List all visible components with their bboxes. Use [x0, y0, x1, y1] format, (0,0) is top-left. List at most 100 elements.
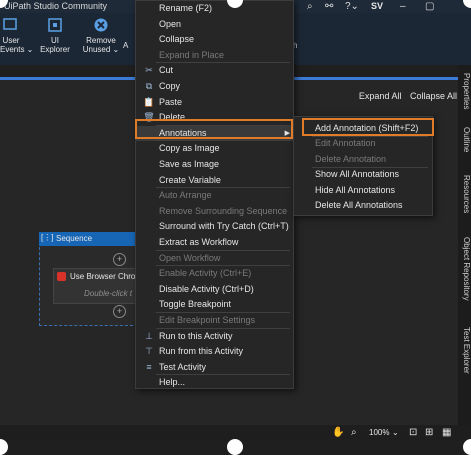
menu-item-expand-in-place[interactable]: Expand in Place	[136, 48, 293, 63]
tab-properties[interactable]: Properties	[458, 73, 471, 109]
submenu-item-delete-annotation[interactable]: Delete Annotation	[294, 152, 432, 167]
menu-item-auto-arrange[interactable]: Auto Arrange	[136, 188, 293, 203]
menu-item-label: Expand in Place	[159, 49, 225, 60]
menu-item-enable-activity-ctrl-e[interactable]: Enable Activity (Ctrl+E)	[136, 266, 293, 281]
menu-item-create-variable[interactable]: Create Variable	[136, 173, 293, 188]
remove-unused-label: Remove Unused ⌄	[82, 36, 120, 54]
tab-outline[interactable]: Outline	[458, 127, 471, 152]
menu-item-extract-as-workflow[interactable]: Extract as Workflow	[136, 235, 293, 250]
minimize-icon[interactable]: –	[400, 1, 406, 12]
menu-item-test-activity[interactable]: ≡ Test Activity	[136, 360, 293, 375]
menu-item-rename-f2[interactable]: Rename (F2)	[136, 1, 293, 16]
menu-item-open-workflow[interactable]: Open Workflow	[136, 251, 293, 266]
menu-item-run-to-this-activity[interactable]: ⊥ Run to this Activity	[136, 329, 293, 344]
menu-item-label: Help...	[159, 377, 186, 388]
menu-item-label: Toggle Breakpoint	[159, 299, 232, 310]
menu-item-save-as-image[interactable]: Save as Image	[136, 157, 293, 172]
menu-item-label: Open Workflow	[159, 252, 221, 263]
submenu-item-delete-all-annotations[interactable]: Delete All Annotations	[294, 198, 432, 213]
user-events-label: User Events ⌄	[0, 36, 34, 54]
menu-item-label: Create Variable	[159, 174, 221, 185]
ui-explorer-button[interactable]: UI Explorer	[38, 17, 72, 54]
collapse-icon[interactable]: [⋮]	[41, 233, 53, 242]
collapse-all-button[interactable]: Collapse All	[410, 91, 457, 101]
menu-item-label: Enable Activity (Ctrl+E)	[159, 268, 252, 279]
run-to-icon: ⊥	[145, 330, 153, 341]
menu-item-label: Open	[159, 18, 182, 29]
activity-title: Use Browser Chron	[70, 272, 140, 281]
submenu-item-edit-annotation[interactable]: Edit Annotation	[294, 136, 432, 151]
ribbon-partial-label: A	[123, 41, 129, 50]
menu-item-remove-surrounding-sequence[interactable]: Remove Surrounding Sequence	[136, 204, 293, 219]
menu-item-cut[interactable]: ✂ Cut	[136, 63, 293, 78]
menu-item-label: Save as Image	[159, 159, 220, 169]
submenu-item-hide-all-annotations[interactable]: Hide All Annotations	[294, 183, 432, 198]
fit-icon[interactable]: ⊞	[425, 427, 433, 438]
menu-item-copy[interactable]: ⧉ Copy	[136, 79, 293, 94]
overview-icon[interactable]: ▦	[442, 427, 451, 438]
add-annotation-highlight	[302, 118, 434, 136]
context-menu: Rename (F2) Open Collapse Expand in Place ✂ C…	[135, 0, 294, 389]
menu-item-label: Run from this Activity	[159, 346, 244, 357]
menu-item-label: Paste	[159, 96, 183, 107]
user-events-icon	[3, 17, 19, 33]
menu-item-open[interactable]: Open	[136, 17, 293, 32]
user-events-button[interactable]: User Events ⌄	[0, 17, 33, 54]
zoom-dropdown-icon[interactable]: ⌄	[392, 428, 399, 437]
tab-object-repository[interactable]: Object Repository	[458, 237, 471, 301]
submenu-item-label: Hide All Annotations	[315, 184, 396, 195]
copy-icon: ⧉	[145, 81, 153, 91]
add-activity-icon[interactable]: +	[113, 253, 126, 266]
sequence-title: Sequence	[56, 234, 93, 243]
help-icon[interactable]: ?⌄	[345, 1, 359, 12]
ui-explorer-label: UI Explorer	[40, 36, 70, 54]
add-activity-icon[interactable]: +	[113, 305, 126, 318]
menu-item-label: Run to this Activity	[159, 330, 233, 341]
tab-test-explorer[interactable]: Test Explorer	[458, 327, 471, 374]
test-icon: ≡	[146, 361, 152, 372]
menu-item-label: Copy	[159, 81, 181, 91]
window-title: UiPath Studio Community	[4, 1, 108, 11]
menu-item-label: Surround with Try Catch (Ctrl+T)	[159, 221, 289, 232]
designer-toolbar: Expand All Collapse All	[359, 91, 457, 101]
menu-item-label: Test Activity	[159, 361, 207, 372]
submenu-item-label: Delete Annotation	[315, 153, 387, 164]
cut-icon: ✂	[145, 65, 153, 76]
zoom-level[interactable]: 100%	[369, 428, 389, 437]
remove-unused-button[interactable]: Remove Unused ⌄	[82, 17, 120, 54]
menu-item-toggle-breakpoint[interactable]: Toggle Breakpoint	[136, 297, 293, 312]
menu-item-help[interactable]: Help...	[136, 375, 293, 390]
menu-item-label: Auto Arrange	[159, 190, 212, 201]
submenu-item-label: Edit Annotation	[315, 138, 376, 149]
expand-all-button[interactable]: Expand All	[359, 91, 402, 101]
zoom-icon[interactable]: ⌕	[351, 427, 357, 438]
menu-item-copy-as-image[interactable]: Copy as Image	[136, 141, 293, 156]
sequence-header[interactable]: [⋮] Sequence	[39, 232, 137, 246]
menu-item-label: Rename (F2)	[159, 3, 213, 13]
selection-handle	[0, 439, 8, 455]
menu-item-label: Cut	[159, 65, 174, 76]
submenu-item-show-all-annotations[interactable]: Show All Annotations	[294, 167, 432, 182]
tab-resources[interactable]: Resources	[458, 175, 471, 213]
menu-item-label: Edit Breakpoint Settings	[159, 315, 256, 325]
remove-icon	[93, 17, 109, 33]
search-icon[interactable]: ⌕	[307, 1, 313, 12]
menu-item-edit-breakpoint-settings[interactable]: Edit Breakpoint Settings	[136, 313, 293, 328]
selection-handle	[463, 439, 471, 455]
submenu-item-label: Delete All Annotations	[315, 200, 403, 210]
activity-hint: Double-click t	[84, 289, 133, 298]
maximize-icon[interactable]: ▢	[425, 1, 434, 12]
menu-item-label: Collapse	[159, 34, 195, 45]
link-icon[interactable]: ⚯	[325, 1, 333, 12]
menu-item-disable-activity-ctrl-d[interactable]: Disable Activity (Ctrl+D)	[136, 282, 293, 297]
menu-item-collapse[interactable]: Collapse	[136, 32, 293, 47]
zoom-reset-icon[interactable]: ⊡	[409, 427, 417, 438]
menu-item-paste[interactable]: 📋 Paste	[136, 95, 293, 110]
activity-card[interactable]: Use Browser Chron Double-click t	[53, 268, 140, 304]
hand-icon[interactable]: ✋	[332, 427, 344, 438]
menu-item-run-from-this-activity[interactable]: ⊤ Run from this Activity	[136, 344, 293, 359]
annotations-highlight	[135, 119, 293, 139]
user-avatar[interactable]: SV	[371, 1, 383, 11]
run-from-icon: ⊤	[145, 346, 153, 357]
menu-item-surround-with-try-catch-ctrl-t[interactable]: Surround with Try Catch (Ctrl+T)	[136, 219, 293, 234]
